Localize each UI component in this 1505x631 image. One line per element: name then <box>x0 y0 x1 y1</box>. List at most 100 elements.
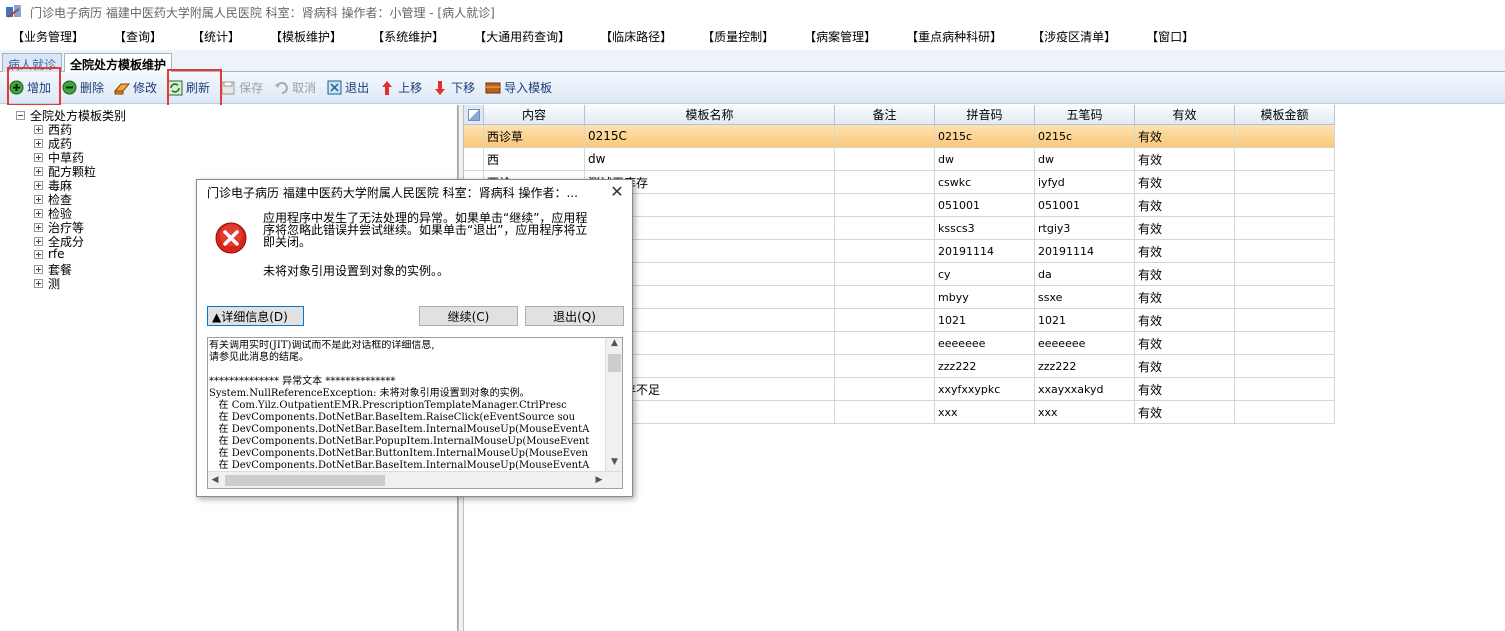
table-cell[interactable]: 有效 <box>1135 286 1235 308</box>
table-cell[interactable]: 有效 <box>1135 263 1235 285</box>
table-cell[interactable] <box>835 125 935 147</box>
table-cell[interactable]: 有效 <box>1135 309 1235 331</box>
table-cell[interactable]: 西 <box>484 148 585 170</box>
close-icon[interactable]: ✕ <box>608 183 626 201</box>
scroll-up-icon[interactable]: ▲ <box>606 338 622 352</box>
table-cell[interactable] <box>835 309 935 331</box>
table-cell[interactable]: 1021 <box>935 309 1035 331</box>
table-cell[interactable]: 1021 <box>1035 309 1135 331</box>
exit-button[interactable]: 退出 <box>326 79 369 96</box>
table-cell[interactable]: dw <box>935 148 1035 170</box>
table-cell[interactable]: iyfyd <box>1035 171 1135 193</box>
tree-item-rfe[interactable]: rfe <box>34 247 65 261</box>
table-cell[interactable]: 有效 <box>1135 378 1235 400</box>
table-cell[interactable] <box>1235 332 1335 354</box>
table-cell[interactable] <box>835 148 935 170</box>
table-cell[interactable]: 西诊草 <box>484 125 585 147</box>
menu-window[interactable]: 【窗口】 <box>1146 28 1194 45</box>
expand-icon[interactable] <box>34 167 43 176</box>
scroll-right-icon[interactable]: ▶ <box>592 473 606 487</box>
scroll-down-icon[interactable]: ▼ <box>606 457 622 471</box>
table-cell[interactable] <box>1235 148 1335 170</box>
collapse-icon[interactable] <box>16 111 25 120</box>
col-template-name[interactable]: 模板名称 <box>585 105 835 124</box>
table-cell[interactable]: 0215c <box>1035 125 1135 147</box>
expand-icon[interactable] <box>34 223 43 232</box>
select-all-cell[interactable] <box>464 105 484 124</box>
expand-icon[interactable] <box>34 279 43 288</box>
import-template-button[interactable]: 导入模板 <box>485 79 552 96</box>
table-cell[interactable] <box>1235 378 1335 400</box>
table-cell[interactable]: dw <box>1035 148 1135 170</box>
table-cell[interactable]: 051001 <box>935 194 1035 216</box>
table-cell[interactable]: dw <box>585 148 835 170</box>
expand-icon[interactable] <box>34 249 43 259</box>
save-button[interactable]: 保存 <box>220 79 263 96</box>
table-cell[interactable]: mbyy <box>935 286 1035 308</box>
table-cell[interactable] <box>835 217 935 239</box>
table-cell[interactable]: ssxe <box>1035 286 1135 308</box>
table-cell[interactable]: rtgiy3 <box>1035 217 1135 239</box>
table-cell[interactable] <box>835 378 935 400</box>
expand-icon[interactable] <box>34 195 43 204</box>
move-down-button[interactable]: 下移 <box>432 79 475 96</box>
tab-prescription-template[interactable]: 全院处方模板维护 <box>64 53 173 73</box>
expand-icon[interactable] <box>34 153 43 162</box>
expand-icon[interactable] <box>34 209 43 218</box>
table-cell[interactable]: 20191114 <box>935 240 1035 262</box>
table-cell[interactable] <box>835 263 935 285</box>
table-cell[interactable]: 20191114 <box>1035 240 1135 262</box>
expand-icon[interactable] <box>34 265 43 274</box>
quit-button[interactable]: 退出(Q) <box>525 306 624 326</box>
table-cell[interactable]: xxyfxxypkc <box>935 378 1035 400</box>
table-cell[interactable]: 有效 <box>1135 148 1235 170</box>
table-row[interactable]: 西诊草 0215C 0215c 0215c 有效 <box>464 125 1335 148</box>
col-pinyin[interactable]: 拼音码 <box>935 105 1035 124</box>
table-cell[interactable]: 有效 <box>1135 125 1235 147</box>
menu-statistics[interactable]: 【统计】 <box>192 28 240 45</box>
table-cell[interactable] <box>835 355 935 377</box>
scroll-left-icon[interactable]: ◀ <box>208 473 222 487</box>
table-cell[interactable]: xxayxxakyd <box>1035 378 1135 400</box>
table-cell[interactable] <box>1235 171 1335 193</box>
table-cell[interactable]: eeeeeee <box>1035 332 1135 354</box>
table-cell[interactable]: 有效 <box>1135 217 1235 239</box>
table-cell[interactable] <box>1235 286 1335 308</box>
table-cell[interactable] <box>835 171 935 193</box>
delete-button[interactable]: 删除 <box>61 79 104 96</box>
menu-epidemic[interactable]: 【涉疫区清单】 <box>1032 28 1116 45</box>
table-cell[interactable] <box>1235 194 1335 216</box>
table-cell[interactable]: eeeeeee <box>935 332 1035 354</box>
vertical-scrollbar[interactable]: ▲ ▼ <box>605 338 622 471</box>
expand-icon[interactable] <box>34 139 43 148</box>
horizontal-scrollbar[interactable]: ◀ ▶ <box>208 471 622 488</box>
expand-icon[interactable] <box>34 125 43 134</box>
row-selector[interactable] <box>464 148 484 170</box>
table-cell[interactable]: 有效 <box>1135 332 1235 354</box>
menu-query[interactable]: 【查询】 <box>114 28 162 45</box>
table-cell[interactable]: ksscs3 <box>935 217 1035 239</box>
table-cell[interactable]: 有效 <box>1135 355 1235 377</box>
col-valid[interactable]: 有效 <box>1135 105 1235 124</box>
table-cell[interactable]: 0215c <box>935 125 1035 147</box>
table-cell[interactable]: 有效 <box>1135 240 1235 262</box>
table-cell[interactable] <box>1235 309 1335 331</box>
details-button[interactable]: ▲详细信息(D) <box>207 306 304 326</box>
table-cell[interactable] <box>1235 263 1335 285</box>
col-wubi[interactable]: 五笔码 <box>1035 105 1135 124</box>
scroll-thumb-h[interactable] <box>225 475 385 486</box>
menu-template[interactable]: 【模板维护】 <box>270 28 342 45</box>
cancel-button[interactable]: 取消 <box>273 79 316 96</box>
table-cell[interactable]: xxx <box>1035 401 1135 423</box>
menu-quality[interactable]: 【质量控制】 <box>702 28 774 45</box>
table-cell[interactable]: xxx <box>935 401 1035 423</box>
table-cell[interactable] <box>835 194 935 216</box>
col-note[interactable]: 备注 <box>835 105 935 124</box>
table-cell[interactable] <box>1235 217 1335 239</box>
move-up-button[interactable]: 上移 <box>379 79 422 96</box>
table-row[interactable]: 西 dw dw dw 有效 <box>464 148 1335 171</box>
table-cell[interactable]: 有效 <box>1135 401 1235 423</box>
table-cell[interactable]: 有效 <box>1135 194 1235 216</box>
expand-icon[interactable] <box>34 181 43 190</box>
menu-system[interactable]: 【系统维护】 <box>372 28 444 45</box>
